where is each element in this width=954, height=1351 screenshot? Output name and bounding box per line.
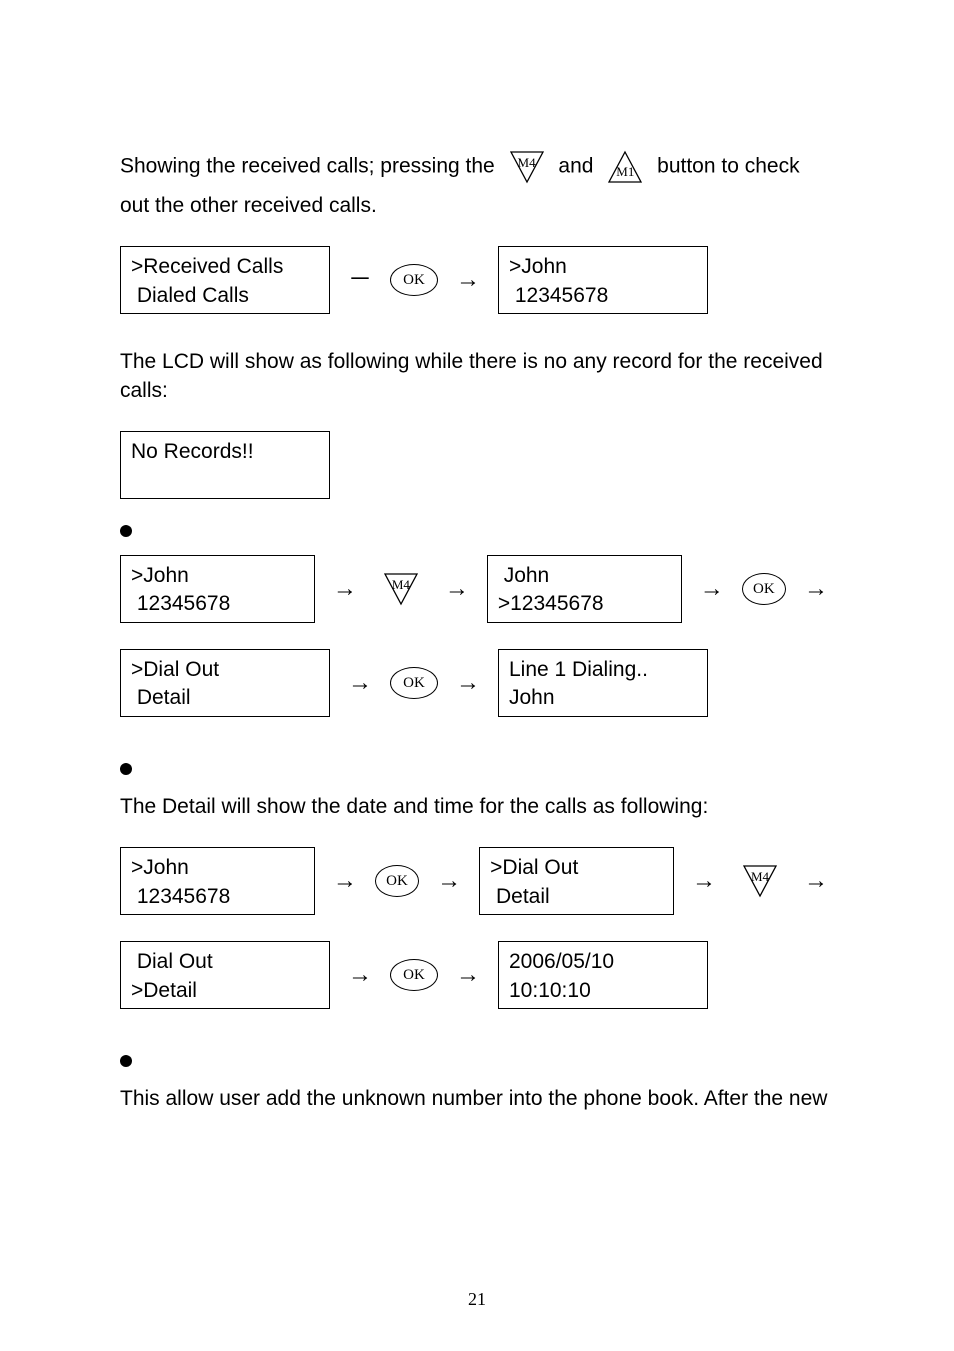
- arrow-right-icon: →: [798, 573, 834, 605]
- detail-intro: The Detail will show the date and time f…: [120, 793, 834, 821]
- lcd-box: John >12345678: [487, 555, 682, 623]
- arrow-right-icon: →: [342, 667, 378, 699]
- m4-label: M4: [381, 576, 421, 594]
- lcd-line: >Received Calls: [131, 253, 319, 281]
- bullet-icon: [120, 763, 132, 775]
- lcd-john: >John 12345678: [498, 246, 708, 314]
- lcd-line: >John: [131, 854, 304, 882]
- lcd-box: 2006/05/10 10:10:10: [498, 941, 708, 1009]
- lcd-box: >Dial Out Detail: [479, 847, 674, 915]
- lcd-box: >John 12345678: [120, 555, 315, 623]
- lcd-line: >12345678: [498, 590, 671, 618]
- arrow-right-icon: →: [327, 865, 363, 897]
- lcd-line: 2006/05/10: [509, 948, 697, 976]
- lcd-line: Detail: [131, 684, 319, 712]
- lcd-line: Dialed Calls: [131, 282, 319, 310]
- ok-button-icon: OK: [390, 959, 438, 991]
- arrow-right-icon: →: [450, 264, 486, 296]
- lcd-line: >Detail: [131, 977, 319, 1005]
- lcd-line: >John: [131, 562, 304, 590]
- arrow-right-icon: →: [694, 573, 730, 605]
- dash: －: [342, 264, 378, 296]
- lcd-box: Line 1 Dialing.. John: [498, 649, 708, 717]
- lcd-line: 12345678: [509, 282, 697, 310]
- lcd-line: >John: [509, 253, 697, 281]
- m4-label: M4: [740, 868, 780, 886]
- arrow-right-icon: →: [450, 959, 486, 991]
- intro-line-1: Showing the received calls; pressing the…: [120, 150, 834, 184]
- ok-button-icon: OK: [375, 865, 419, 897]
- lcd-received-calls: >Received Calls Dialed Calls: [120, 246, 330, 314]
- intro-line-2: out the other received calls.: [120, 192, 834, 220]
- bullet-icon: [120, 1055, 132, 1067]
- arrow-right-icon: →: [327, 573, 363, 605]
- lcd-line: Dial Out: [131, 948, 319, 976]
- lcd-line: Line 1 Dialing..: [509, 656, 697, 684]
- arrow-right-icon: →: [439, 573, 475, 605]
- lcd-line: 10:10:10: [509, 977, 697, 1005]
- arrow-right-icon: →: [342, 959, 378, 991]
- arrow-right-icon: →: [450, 667, 486, 699]
- m4-down-icon: M4: [740, 864, 780, 898]
- lcd-line: John: [509, 684, 697, 712]
- flow-dial-out: >John 12345678 → M4 → John >12345678 → O…: [120, 555, 834, 717]
- flow-received-calls: >Received Calls Dialed Calls － OK → >Joh…: [120, 246, 834, 314]
- m4-down-icon: M4: [381, 572, 421, 606]
- lcd-no-records: No Records!!: [120, 431, 330, 499]
- lcd-line: Detail: [490, 883, 663, 911]
- m4-label: M4: [507, 154, 547, 172]
- page-number: 21: [0, 1287, 954, 1311]
- m1-up-icon: M1: [605, 150, 645, 184]
- lcd-box: Dial Out >Detail: [120, 941, 330, 1009]
- arrow-right-icon: →: [431, 865, 467, 897]
- intro-and: and: [558, 155, 593, 178]
- lcd-line: >Dial Out: [131, 656, 319, 684]
- lcd-line: No Records!!: [131, 438, 319, 466]
- bullet-icon: [120, 525, 132, 537]
- arrow-right-icon: →: [798, 865, 834, 897]
- intro-text-b: button to check: [657, 155, 799, 178]
- lcd-line: >Dial Out: [490, 854, 663, 882]
- lcd-line: 12345678: [131, 590, 304, 618]
- ok-button-icon: OK: [742, 573, 786, 605]
- ok-button-icon: OK: [390, 667, 438, 699]
- ok-button-icon: OK: [390, 264, 438, 296]
- m1-label: M1: [605, 163, 645, 181]
- lcd-box: >John 12345678: [120, 847, 315, 915]
- m4-down-icon: M4: [507, 150, 547, 184]
- arrow-right-icon: →: [686, 865, 722, 897]
- lcd-line: John: [498, 562, 671, 590]
- flow-detail: >John 12345678 → OK → >Dial Out Detail →…: [120, 847, 834, 1009]
- no-record-intro: The LCD will show as following while the…: [120, 348, 834, 405]
- lcd-box: >Dial Out Detail: [120, 649, 330, 717]
- lcd-line: 12345678: [131, 883, 304, 911]
- intro-text-a: Showing the received calls; pressing the: [120, 155, 495, 178]
- outro-text: This allow user add the unknown number i…: [120, 1085, 834, 1113]
